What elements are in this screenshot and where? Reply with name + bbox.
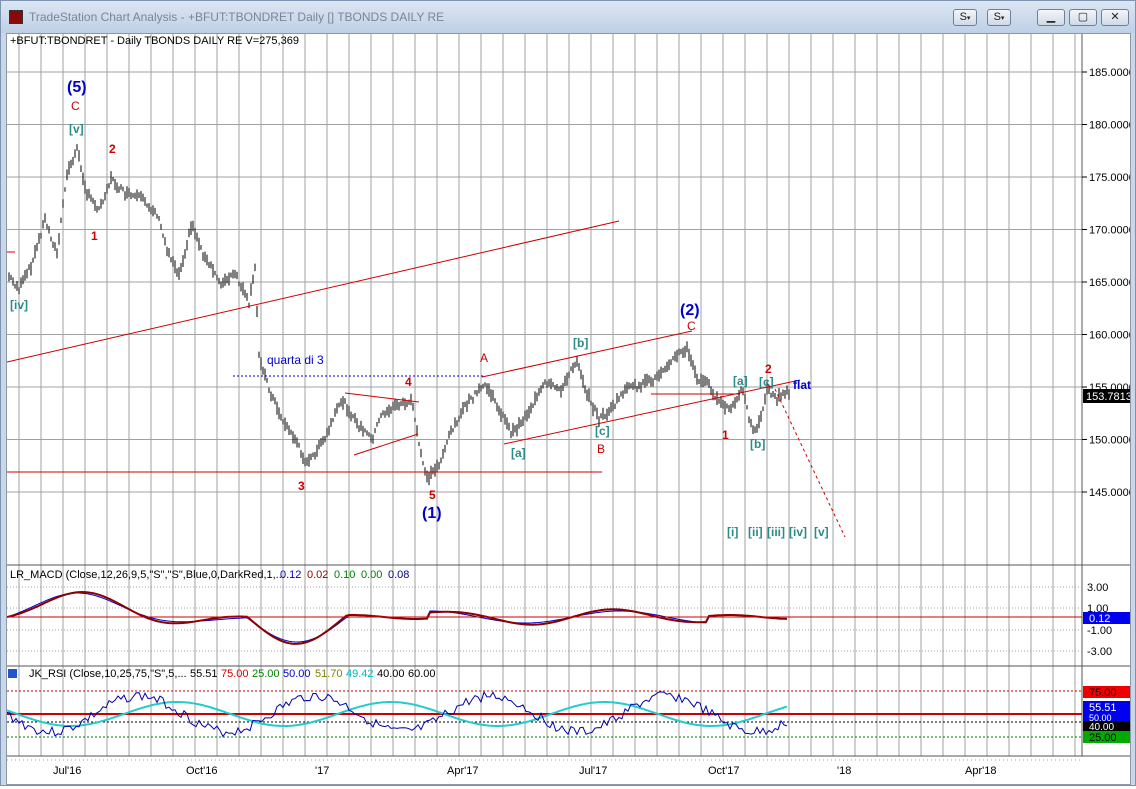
b-label: B — [597, 442, 605, 456]
minimize-button[interactable]: ▁ — [1037, 9, 1065, 26]
window-title: TradeStation Chart Analysis - +BFUT:TBON… — [29, 10, 445, 24]
macd-value-1: 0.12 — [280, 569, 301, 581]
wave-iv-label: [iv] — [789, 525, 807, 539]
price-axis-label: 165.0000 — [1089, 277, 1130, 289]
chart-svg[interactable]: (5) C [v] 2 1 [iv] quarta di 3 4 3 5 (1)… — [6, 34, 1135, 784]
macd-header: LR_MACD (Close,12,26,9,5,"S","S",Blue,0,… — [10, 569, 285, 581]
chevron-down-icon: ▾ — [966, 15, 971, 22]
symbol-link-label: S — [959, 11, 967, 23]
macd-current-value: 0.12 — [1089, 613, 1110, 625]
wave-v-label: [v] — [814, 525, 829, 539]
macd-axis-label: -3.00 — [1087, 646, 1112, 658]
rsi-value-7: 40.00 — [377, 668, 405, 680]
rsi-value-1: 55.51 — [190, 668, 218, 680]
c-bracket-label-2: [c] — [759, 375, 774, 389]
x-axis-label: '17 — [315, 765, 329, 777]
rsi-value-3: 25.00 — [252, 668, 280, 680]
x-axis-label: Apr'18 — [965, 765, 996, 777]
quarta-label: quarta di 3 — [267, 353, 324, 367]
app-icon — [9, 10, 23, 24]
grid-link-label: S — [993, 11, 1001, 23]
chevron-down-icon: ▾ — [1000, 15, 1005, 22]
b-bracket-label: [b] — [573, 336, 588, 350]
rsi-75-value: 75.00 — [1089, 687, 1117, 699]
five-label: 5 — [429, 488, 436, 502]
a-bracket-label-2: [a] — [733, 374, 748, 388]
wave1-label: (1) — [422, 505, 442, 522]
price-axis-label: 175.0000 — [1089, 172, 1130, 184]
chart-window: TradeStation Chart Analysis - +BFUT:TBON… — [0, 0, 1136, 786]
rsi-icon — [8, 669, 17, 678]
macd-value-3: 0.10 — [334, 569, 355, 581]
rsi-25-value: 25.00 — [1089, 732, 1117, 744]
price-axis-label: 185.0000 — [1089, 67, 1130, 79]
two-label-2: 2 — [765, 362, 772, 376]
macd-value-5: 0.08 — [388, 569, 409, 581]
grid-link-button[interactable]: S▾ — [987, 9, 1011, 26]
wave5-label: (5) — [67, 79, 87, 96]
title-bar[interactable]: TradeStation Chart Analysis - +BFUT:TBON… — [1, 1, 1135, 33]
macd-value-4: 0.00 — [361, 569, 382, 581]
last-price-value: 153.7813 — [1086, 391, 1130, 403]
c-label-2: C — [687, 319, 696, 333]
one-label-2: 1 — [722, 428, 729, 442]
b-bracket-label-2: [b] — [750, 437, 765, 451]
a-bracket-label: [a] — [511, 446, 526, 460]
x-axis-label: Oct'17 — [708, 765, 739, 777]
rsi-value-5: 51.70 — [315, 668, 343, 680]
rsi-value-4: 50.00 — [283, 668, 311, 680]
x-axis-label: Apr'17 — [447, 765, 478, 777]
price-axis-label: 170.0000 — [1089, 225, 1130, 237]
x-axis-label: Oct'16 — [186, 765, 217, 777]
c-bracket-label: [c] — [595, 424, 610, 438]
symbol-link-button[interactable]: S▾ — [953, 9, 977, 26]
macd-axis-label: -1.00 — [1087, 625, 1112, 637]
two-label-top: 2 — [109, 142, 116, 156]
maximize-icon: ▢ — [1077, 11, 1089, 23]
v-label-top: [v] — [69, 122, 84, 136]
close-icon: ✕ — [1110, 11, 1120, 23]
x-axis-label: Jul'17 — [579, 765, 607, 777]
wave-ii-label: [ii] — [748, 525, 763, 539]
maximize-button[interactable]: ▢ — [1069, 9, 1097, 26]
a-label: A — [480, 351, 488, 365]
close-button[interactable]: ✕ — [1101, 9, 1129, 26]
iv-label-left: [iv] — [10, 298, 28, 312]
chart-area[interactable]: (5) C [v] 2 1 [iv] quarta di 3 4 3 5 (1)… — [6, 33, 1135, 785]
minimize-icon: ▁ — [1046, 11, 1056, 23]
macd-value-2: 0.02 — [307, 569, 328, 581]
price-axis-label: 150.0000 — [1089, 435, 1130, 447]
one-label-top: 1 — [91, 229, 98, 243]
price-axis-label: 160.0000 — [1089, 330, 1130, 342]
rsi-value-2: 75.00 — [221, 668, 249, 680]
macd-axis-label: 3.00 — [1087, 582, 1108, 594]
price-axis-label: 180.0000 — [1089, 120, 1130, 132]
wave-iii-label: [iii] — [767, 525, 785, 539]
wave-i-label: [i] — [727, 525, 738, 539]
three-label: 3 — [298, 479, 305, 493]
price-axis-label: 145.0000 — [1089, 487, 1130, 499]
rsi-header: JK_RSI (Close,10,25,75,"S",5,... — [29, 668, 187, 680]
rsi-value-6: 49.42 — [346, 668, 374, 680]
wave2-label: (2) — [680, 302, 700, 319]
c-label-top: C — [71, 99, 80, 113]
flat-label: flat — [793, 378, 811, 392]
x-axis-label: '18 — [837, 765, 851, 777]
x-axis-label: Jul'16 — [53, 765, 81, 777]
price-panel-header: +BFUT:TBONDRET - Daily TBONDS DAILY RE V… — [10, 35, 299, 47]
four-label: 4 — [405, 375, 412, 389]
rsi-value-8: 60.00 — [408, 668, 436, 680]
